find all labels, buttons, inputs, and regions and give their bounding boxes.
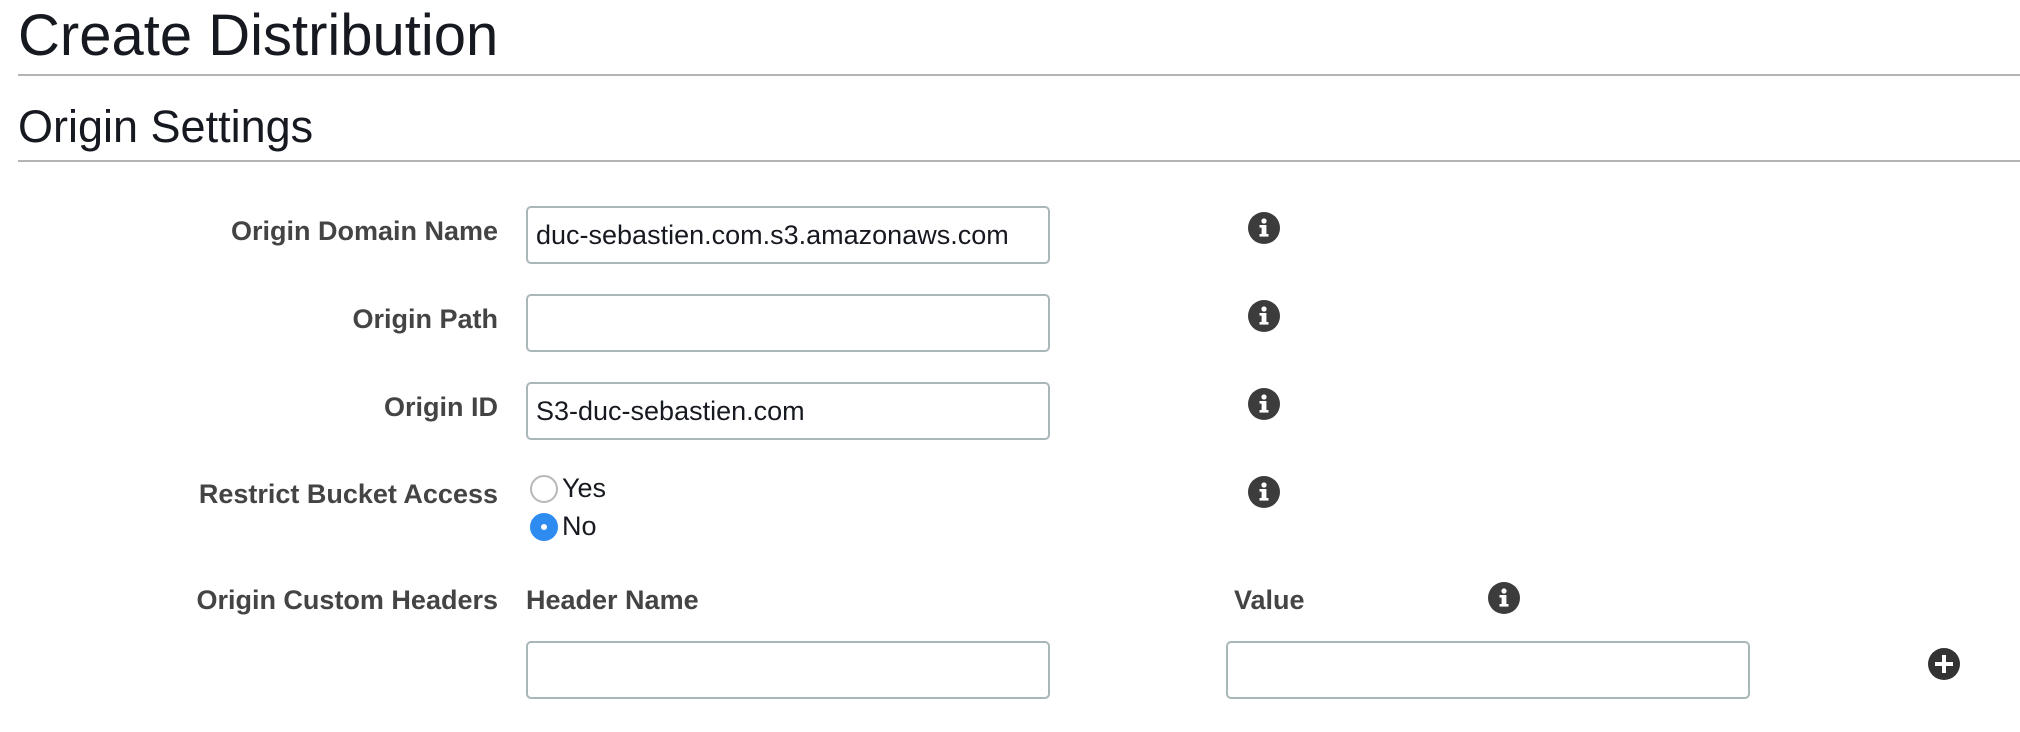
origin-custom-headers-label: Origin Custom Headers (196, 585, 498, 615)
add-header-icon[interactable] (1928, 648, 1960, 680)
origin-domain-name-input[interactable]: duc-sebastien.com.s3.amazonaws.com (526, 206, 1050, 264)
restrict-bucket-access-label: Restrict Bucket Access (198, 479, 498, 509)
restrict-no-radio[interactable] (530, 513, 558, 541)
origin-path-label: Origin Path (352, 304, 498, 334)
info-icon[interactable] (1488, 582, 1520, 614)
header-value-input[interactable] (1226, 641, 1750, 699)
restrict-yes-label[interactable]: Yes (562, 472, 606, 504)
value-column-label: Value (1234, 585, 1305, 615)
restrict-yes-radio[interactable] (530, 475, 558, 503)
origin-id-input[interactable]: S3-duc-sebastien.com (526, 382, 1050, 440)
page-title: Create Distribution (18, 3, 499, 68)
origin-domain-name-label: Origin Domain Name (230, 216, 498, 246)
title-divider (18, 74, 2020, 76)
origin-path-input[interactable] (526, 294, 1050, 352)
info-icon[interactable] (1248, 300, 1280, 332)
origin-id-label: Origin ID (384, 392, 498, 422)
header-name-input[interactable] (526, 641, 1050, 699)
section-divider (18, 160, 2020, 162)
info-icon[interactable] (1248, 212, 1280, 244)
header-name-column-label: Header Name (526, 585, 699, 615)
section-title: Origin Settings (18, 101, 314, 152)
restrict-no-label[interactable]: No (562, 510, 597, 542)
info-icon[interactable] (1248, 476, 1280, 508)
info-icon[interactable] (1248, 388, 1280, 420)
